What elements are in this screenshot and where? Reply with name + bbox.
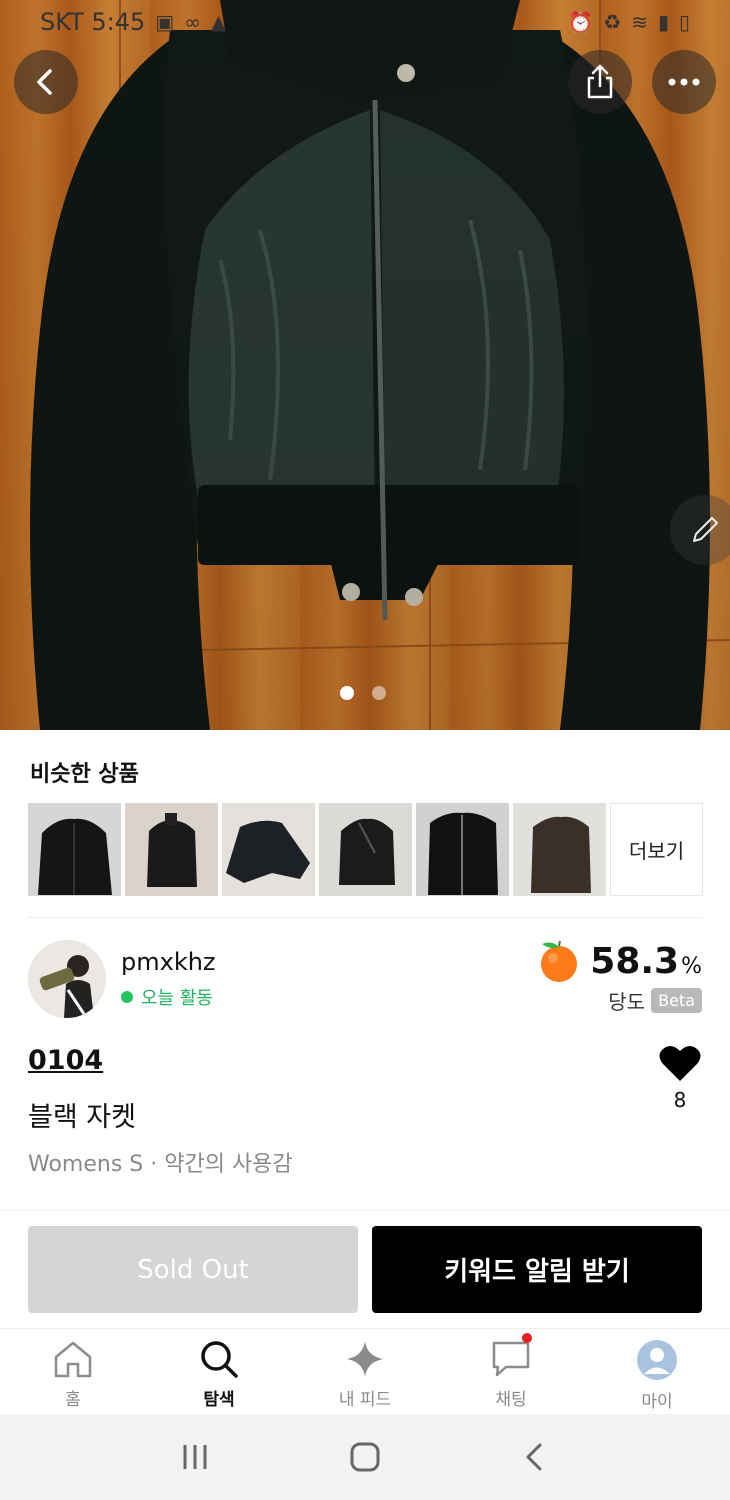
chat-icon xyxy=(492,1341,530,1377)
carousel-dot[interactable] xyxy=(340,686,354,700)
profile-icon xyxy=(637,1340,677,1380)
voicemail-icon: ∞ xyxy=(184,10,201,34)
image-overlay xyxy=(0,0,730,730)
status-carrier-time: SKT 5:45 xyxy=(40,8,146,36)
sweetness-score: 58.3 % xyxy=(536,938,702,984)
similar-products-title: 비슷한 상품 xyxy=(30,762,139,787)
tab-my-feed-label: 내 피드 xyxy=(338,1390,392,1410)
section-divider xyxy=(28,917,702,918)
like-button[interactable]: 8 xyxy=(656,1044,704,1112)
carousel-indicator xyxy=(340,686,386,700)
warning-icon: ▲ xyxy=(210,10,227,34)
alarm-icon: ⏰ xyxy=(568,10,594,34)
more-options-button[interactable] xyxy=(652,50,716,114)
seller-activity-text: 오늘 활동 xyxy=(141,988,213,1009)
recent-apps-icon[interactable] xyxy=(180,1442,210,1472)
heart-icon xyxy=(659,1045,701,1081)
battery-saver-icon: ♻ xyxy=(603,10,622,34)
status-bar: SKT 5:45 ▣ ∞ ▲ ⏰ ♻ ≋ ▮ ▯ xyxy=(0,0,730,44)
home-system-icon[interactable] xyxy=(349,1441,381,1473)
tab-my-label: 마이 xyxy=(641,1392,673,1412)
product-image-carousel[interactable] xyxy=(0,0,730,730)
similar-product-thumbnail[interactable] xyxy=(319,803,412,896)
sweetness-label-row: 당도 Beta xyxy=(608,986,702,1015)
sweetness-score-unit: % xyxy=(681,953,702,979)
keyword-alert-button[interactable]: 키워드 알림 받기 xyxy=(372,1226,702,1313)
sweetness-label: 당도 xyxy=(608,990,646,1014)
like-count: 8 xyxy=(673,1088,687,1112)
product-title: 블랙 자켓 xyxy=(28,1102,136,1133)
gallery-icon: ▣ xyxy=(155,10,175,34)
search-icon xyxy=(201,1341,238,1378)
similar-products-list: 더보기 xyxy=(28,803,703,896)
status-left: SKT 5:45 ▣ ∞ ▲ xyxy=(40,8,226,36)
signal-icon: ▮ xyxy=(657,10,669,34)
product-meta: Womens S · 약간의 사용감 xyxy=(28,1152,293,1177)
carousel-dot[interactable] xyxy=(372,686,386,700)
tab-search[interactable]: 탐색 xyxy=(146,1329,292,1414)
chat-notification-dot xyxy=(522,1333,532,1343)
back-system-icon[interactable] xyxy=(520,1442,550,1472)
sold-out-button[interactable]: Sold Out xyxy=(28,1226,358,1313)
battery-icon: ▯ xyxy=(678,10,690,34)
see-more-similar-button[interactable]: 더보기 xyxy=(610,803,703,896)
chevron-left-icon xyxy=(37,69,52,95)
bottom-tab-bar: 홈 탐색 내 피드 채팅 마이 xyxy=(0,1328,730,1414)
system-navigation-bar xyxy=(0,1414,730,1500)
tab-home-label: 홈 xyxy=(65,1390,81,1410)
share-icon xyxy=(587,64,613,99)
back-button[interactable] xyxy=(14,50,78,114)
similar-product-thumbnail[interactable] xyxy=(222,803,315,896)
online-indicator xyxy=(121,991,133,1003)
tab-my[interactable]: 마이 xyxy=(584,1329,730,1414)
pencil-icon xyxy=(693,517,718,542)
beta-badge: Beta xyxy=(651,988,702,1013)
home-icon xyxy=(54,1341,92,1378)
tab-search-label: 탐색 xyxy=(203,1390,235,1410)
seller-avatar[interactable] xyxy=(28,940,106,1018)
tab-chat[interactable]: 채팅 xyxy=(438,1329,584,1414)
similar-product-thumbnail[interactable] xyxy=(28,803,121,896)
tab-my-feed[interactable]: 내 피드 xyxy=(292,1329,438,1414)
similar-product-thumbnail[interactable] xyxy=(513,803,606,896)
similar-product-thumbnail[interactable] xyxy=(416,803,509,896)
sparkle-icon xyxy=(347,1341,383,1377)
share-button[interactable] xyxy=(568,50,632,114)
seller-name[interactable]: pmxkhz xyxy=(121,948,216,976)
status-right: ⏰ ♻ ≋ ▮ ▯ xyxy=(568,10,690,34)
sweetness-score-value: 58.3 xyxy=(590,940,680,982)
seller-activity-status: 오늘 활동 xyxy=(121,984,213,1010)
tab-chat-label: 채팅 xyxy=(495,1390,527,1410)
tangerine-icon xyxy=(541,940,578,982)
tab-home[interactable]: 홈 xyxy=(0,1329,146,1414)
similar-product-thumbnail[interactable] xyxy=(125,803,218,896)
more-dots-icon xyxy=(668,78,700,86)
wifi-icon: ≋ xyxy=(631,10,648,34)
product-code-link[interactable]: 0104 xyxy=(28,1045,103,1076)
